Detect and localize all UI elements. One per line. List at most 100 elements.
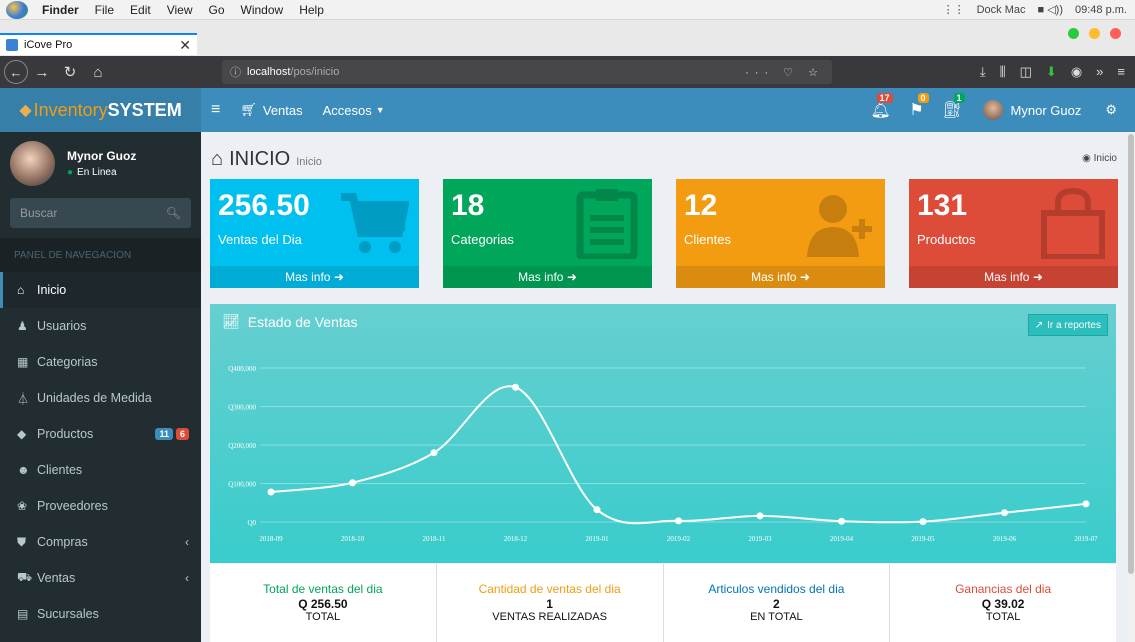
ventas-dia-box: 256.50 Ventas del Dia Mas info ➜ (210, 179, 419, 288)
overflow-icon[interactable]: » (1096, 64, 1103, 80)
more-info-link[interactable]: Mas info ➜ (210, 266, 419, 288)
line-chart-icon: ↗ (1034, 319, 1044, 331)
minimize-button[interactable] (1089, 28, 1100, 39)
data-point (1082, 500, 1090, 508)
sidebar-item-categorias[interactable]: ▦ Categorias (0, 344, 201, 380)
extension-icon[interactable]: ⬇ (1046, 64, 1057, 80)
sidebar-item-label: Compras (37, 535, 88, 549)
x-tick-label: 2019-01 (585, 535, 609, 543)
url-host: localhost (247, 66, 291, 78)
bag-count-badge: 1 (953, 93, 965, 103)
url-actions[interactable]: ··· ♡ ☆ (745, 66, 824, 79)
home-icon[interactable]: ⌂ (84, 64, 112, 81)
brand-part2: SYSTEM (107, 99, 182, 120)
sidebar: Mynor Guoz ● En Linea Buscar 🔍︎ PANEL DE … (0, 132, 201, 642)
daily-stats: Total de ventas del dia Q 256.50 TOTAL C… (210, 564, 1116, 642)
sidebar-item-label: Unidades de Medida (37, 391, 152, 405)
x-tick-label: 2018-09 (259, 535, 283, 543)
user-menu[interactable]: Mynor Guoz (973, 100, 1092, 120)
y-tick-label: Q400,000 (228, 365, 256, 373)
brand-logo[interactable]: ◆ Inventory SYSTEM (0, 88, 201, 132)
settings-gears-icon[interactable]: ⚙ (1095, 102, 1127, 118)
sidebar-item-unidades[interactable]: ⏃ Unidades de Medida (0, 380, 201, 416)
dock-label[interactable]: Dock Mac (977, 4, 1026, 16)
info-icon[interactable]: ⓘ (230, 64, 241, 80)
data-point (756, 512, 764, 520)
sidebar-item-usuarios[interactable]: ♟ Usuarios (0, 308, 201, 344)
close-tab-icon[interactable]: ✕ (179, 37, 191, 54)
browser-tab[interactable]: iCove Pro ✕ (0, 33, 197, 55)
sidebar-icon[interactable]: ◫ (1020, 64, 1032, 80)
sidebar-item-productos[interactable]: ◆ Productos 11 6 (0, 416, 201, 452)
sales-line-chart: Q0 Q100,000 Q200,000 Q300,000 Q400,000 2018-0… (228, 365, 1098, 543)
menu-file[interactable]: File (87, 3, 122, 17)
clientes-box: 12 Clientes Mas info ➜ (676, 179, 885, 288)
url-bar[interactable]: ⓘ localhost /pos/inicio ··· ♡ ☆ (222, 60, 832, 84)
brand-part1: Inventory (33, 99, 108, 120)
sidebar-item-label: Ventas (37, 571, 76, 585)
stat-value: Q 39.02 (981, 597, 1025, 611)
sidebar-toggle-icon[interactable]: ≡ (201, 101, 230, 119)
page-scrollbar[interactable] (1127, 132, 1135, 642)
sidebar-item-ventas[interactable]: ⛟ Ventas ‹ (0, 560, 201, 596)
report-button[interactable]: ↗ Ir a reportes (1027, 314, 1108, 336)
data-point (1001, 509, 1008, 517)
sidebar-item-sucursales[interactable]: ▤ Sucursales (0, 596, 201, 632)
scrollbar-thumb[interactable] (1128, 134, 1134, 574)
x-tick-label: 2018-11 (422, 535, 446, 543)
notifications-flag[interactable]: ⚑ 0 (901, 93, 933, 120)
shopping-bag-icon (1041, 187, 1105, 259)
menu-go[interactable]: Go (201, 3, 233, 17)
sidebar-item-label: Usuarios (37, 319, 87, 333)
menu-finder[interactable]: Finder (34, 3, 87, 17)
menu-view[interactable]: View (159, 3, 201, 17)
x-tick-label: 2019-06 (993, 535, 1017, 543)
box-value: 18 (451, 189, 485, 222)
menu-window[interactable]: Window (233, 3, 292, 17)
stat-value: Q 256.50 (298, 597, 348, 611)
sidebar-item-compras[interactable]: ⛊ Compras ‹ (0, 524, 201, 560)
menu-ventas-label: Ventas (262, 102, 303, 118)
notifications-bag[interactable]: ⛽︎ 1 (937, 93, 969, 120)
forward-arrow-icon[interactable]: → (28, 64, 56, 81)
chevron-left-icon: ‹ (185, 571, 189, 585)
line-chart-icon: 📈︎ (222, 313, 240, 329)
menu-accesos[interactable]: Accesos ▼ (313, 103, 395, 118)
download-icon[interactable]: ⤓ (980, 64, 986, 80)
sidebar-item-proveedores[interactable]: ❀ Proveedores (0, 488, 201, 524)
more-info-link[interactable]: Mas info ➜ (909, 266, 1118, 288)
close-window-button[interactable] (1110, 28, 1121, 39)
sidebar-item-clientes[interactable]: ☻ Clientes (0, 452, 201, 488)
dock-icon[interactable]: ⋮⋮ (943, 3, 965, 16)
search-input[interactable]: Buscar 🔍︎ (10, 198, 191, 228)
menu-ventas[interactable]: 🛒︎ Ventas (230, 102, 312, 118)
apple-logo-icon[interactable] (0, 0, 34, 20)
flag-icon: ⚑ (909, 102, 924, 119)
page-title-text: INICIO (229, 148, 291, 170)
menu-edit[interactable]: Edit (122, 3, 159, 17)
menu-icon[interactable]: ≡ (1117, 64, 1125, 80)
account-icon[interactable]: ◉ (1071, 64, 1082, 80)
categorias-box: 18 Categorias Mas info ➜ (443, 179, 652, 288)
box-value: 12 (684, 189, 718, 222)
sidebar-item-label: Categorias (37, 355, 98, 369)
sidebar-item-inicio[interactable]: ⌂ Inicio (0, 272, 201, 308)
browser-toolbar: ⤓ ⫼ ◫ ⬇ ◉ » ≡ (980, 64, 1135, 80)
status-badge: ● En Linea (67, 167, 136, 178)
more-info-link[interactable]: Mas info ➜ (676, 266, 885, 288)
back-arrow-icon[interactable]: ← (4, 60, 28, 84)
search-icon[interactable]: 🔍︎ (166, 206, 181, 220)
box-label: Productos (917, 232, 976, 247)
library-icon[interactable]: ⫼ (1000, 64, 1006, 80)
volume-icon[interactable]: ■ ◁)) (1038, 3, 1064, 16)
reload-icon[interactable]: ↻ (56, 63, 84, 81)
clock: 09:48 p.m. (1075, 3, 1127, 16)
notifications-bell[interactable]: 🔔︎ 17 (865, 93, 897, 120)
more-info-label: Mas info (751, 270, 797, 284)
menu-help[interactable]: Help (291, 3, 332, 17)
user-icon: ♟ (17, 319, 28, 333)
more-info-link[interactable]: Mas info ➜ (443, 266, 652, 288)
breadcrumb[interactable]: ◉ Inicio (1082, 153, 1117, 164)
maximize-button[interactable] (1068, 28, 1079, 39)
data-point (675, 517, 682, 525)
